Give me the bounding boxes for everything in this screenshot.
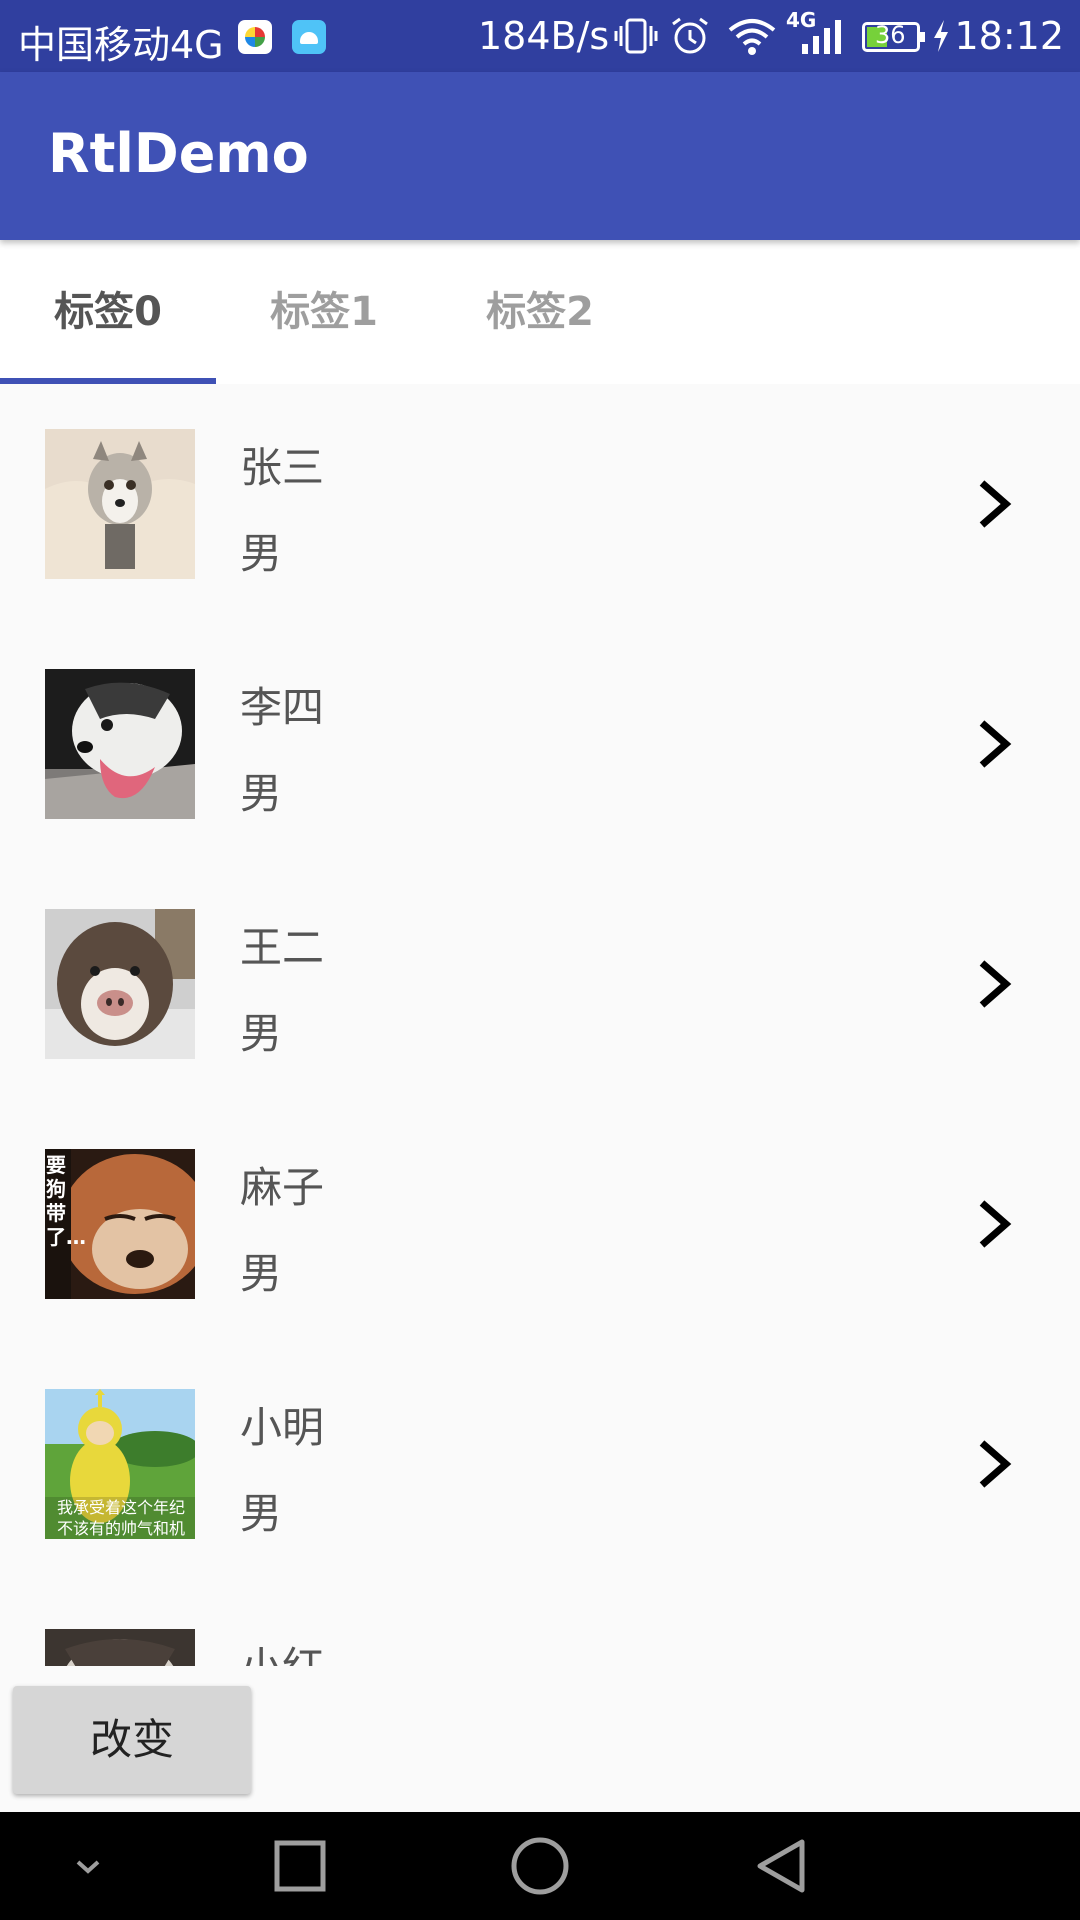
colorful-app-icon — [238, 20, 272, 54]
carrier-label: 中国移动4G — [18, 23, 224, 67]
alarm-icon — [672, 17, 708, 54]
chevron-right-icon — [979, 1200, 1012, 1248]
avatar-husky-partial — [45, 1629, 195, 1666]
chevron-down-icon[interactable] — [58, 1836, 118, 1896]
android-debug-icon — [292, 20, 326, 54]
avatar-teletubby-on-grass: 我承受着这个年纪不该有的帅气和机智 — [45, 1389, 195, 1539]
person-gender: 男 — [240, 769, 283, 818]
vibrate-icon — [614, 18, 658, 54]
avatar-husky-on-pillow — [45, 429, 195, 579]
tab-indicator — [0, 378, 216, 384]
navigation-bar — [0, 1812, 1080, 1920]
avatar-husky-tongue-out — [45, 669, 195, 819]
screen: 中国移动4G 184B/s 4G 36 18:12 RtlDemo 标签0 标签… — [0, 0, 1080, 1920]
person-gender: 男 — [240, 1249, 283, 1298]
battery-icon: 36 — [862, 21, 925, 52]
list-item[interactable]: 我承受着这个年纪不该有的帅气和机智 小明 男 — [0, 1344, 1080, 1584]
list-item[interactable]: 李四 男 — [0, 624, 1080, 864]
chevron-right-icon — [979, 960, 1012, 1008]
back-triangle-icon[interactable] — [750, 1836, 810, 1896]
thumb-caption: 我承受着这个年纪不该有的帅气和机智 — [56, 1498, 185, 1538]
tab-0[interactable]: 标签0 — [0, 240, 216, 384]
people-list[interactable]: 张三 男 李四 男 王二 男 要狗带了… 麻子 男 我承受着这个年纪不该有的帅气… — [0, 384, 1080, 1666]
person-gender: 男 — [240, 529, 283, 578]
recents-square-icon[interactable] — [270, 1836, 330, 1896]
tab-bar: 标签0 标签1 标签2 — [0, 240, 1080, 384]
net-speed-label: 184B/s — [478, 14, 610, 58]
person-name: 麻子 — [240, 1163, 325, 1212]
list-item[interactable]: 张三 男 — [0, 384, 1080, 624]
list-item[interactable]: 要狗带了… 麻子 男 — [0, 1104, 1080, 1344]
person-name: 小明 — [240, 1403, 325, 1452]
person-name: 王二 — [240, 923, 325, 972]
app-title: RtlDemo — [48, 122, 309, 185]
chevron-right-icon — [979, 720, 1012, 768]
thumb-caption: 要狗带了… — [46, 1153, 86, 1249]
battery-level-label: 36 — [875, 21, 906, 49]
clock-label: 18:12 — [954, 14, 1064, 58]
chevron-right-icon — [979, 480, 1012, 528]
status-bar: 中国移动4G 184B/s 4G 36 18:12 — [0, 0, 1080, 72]
person-name: 张三 — [240, 443, 325, 492]
tab-1[interactable]: 标签1 — [216, 240, 432, 384]
person-gender: 男 — [240, 1009, 283, 1058]
person-name: 李四 — [240, 683, 325, 732]
charging-icon — [934, 20, 948, 52]
avatar-husky-in-snow — [45, 909, 195, 1059]
wifi-icon — [728, 19, 776, 55]
list-item[interactable]: 王二 男 — [0, 864, 1080, 1104]
person-name: 小红 — [240, 1634, 324, 1666]
app-bar: RtlDemo — [0, 72, 1080, 240]
avatar-shiba-sleeping: 要狗带了… — [45, 1149, 195, 1299]
home-circle-icon[interactable] — [510, 1836, 570, 1896]
tab-2[interactable]: 标签2 — [432, 240, 648, 384]
signal-icon — [802, 20, 841, 54]
person-gender: 男 — [240, 1489, 283, 1538]
chevron-right-icon — [979, 1440, 1012, 1488]
list-item[interactable]: 小红 — [0, 1584, 1080, 1666]
change-button[interactable]: 改变 — [13, 1686, 251, 1794]
